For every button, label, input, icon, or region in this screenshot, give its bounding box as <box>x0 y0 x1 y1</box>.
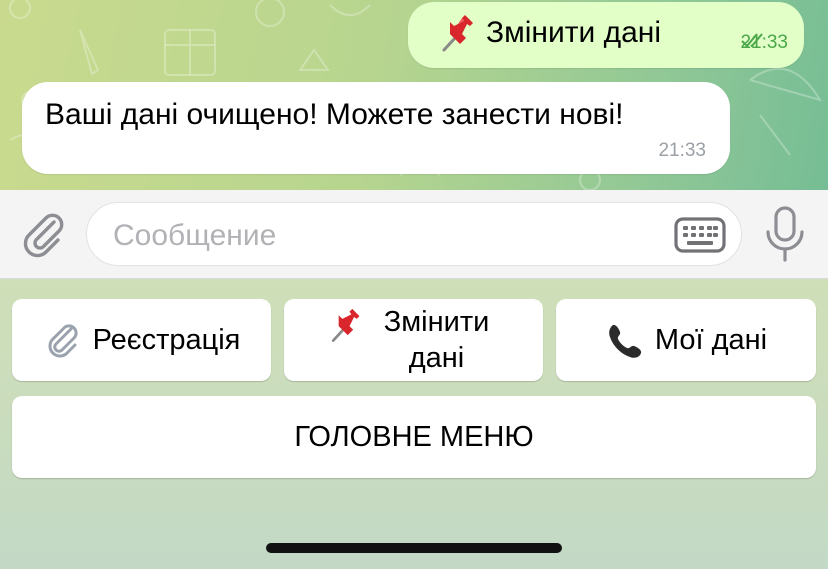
incoming-message-time: 21:33 <box>658 140 706 161</box>
edit-data-button[interactable]: Змінити дані <box>284 299 543 381</box>
incoming-message-text: Ваші дані очищено! Можете занести нові! <box>45 98 624 131</box>
register-button[interactable]: Реєстрація <box>12 299 271 381</box>
incoming-message-bubble[interactable]: Ваші дані очищено! Можете занести нові! … <box>22 82 730 174</box>
main-menu-button-label: ГОЛОВНЕ МЕНЮ <box>294 420 534 453</box>
my-data-button[interactable]: Мої дані <box>556 299 816 381</box>
edit-data-button-label: Змінити дані <box>383 306 490 374</box>
paperclip-attach-icon[interactable] <box>18 210 66 258</box>
keyboard-toggle-icon[interactable] <box>673 215 727 255</box>
outgoing-message-bubble[interactable]: Змінити дані 21:33 <box>408 2 804 68</box>
message-input-container[interactable] <box>86 202 742 266</box>
telephone-receiver-icon <box>609 324 642 358</box>
my-data-button-label: Мої дані <box>654 323 768 356</box>
microphone-icon[interactable] <box>762 204 808 264</box>
pushpin-icon <box>331 308 359 342</box>
outgoing-message-meta: 21:33 <box>740 32 788 54</box>
chat-background: Змінити дані 21:33 Ваші дані очищено! Мо… <box>0 0 828 190</box>
register-button-label: Реєстрація <box>92 323 241 356</box>
home-indicator <box>266 543 562 553</box>
read-double-check-icon <box>741 33 764 48</box>
bot-reply-keyboard: Реєстрація Змінити дані Мої дані ГОЛОВНЕ… <box>0 279 828 569</box>
message-composer-bar <box>0 190 828 279</box>
pushpin-icon <box>442 15 473 52</box>
message-input[interactable] <box>111 215 655 257</box>
outgoing-message-text: Змінити дані <box>486 16 661 49</box>
paperclip-icon <box>48 324 78 358</box>
main-menu-button[interactable]: ГОЛОВНЕ МЕНЮ <box>12 396 816 478</box>
